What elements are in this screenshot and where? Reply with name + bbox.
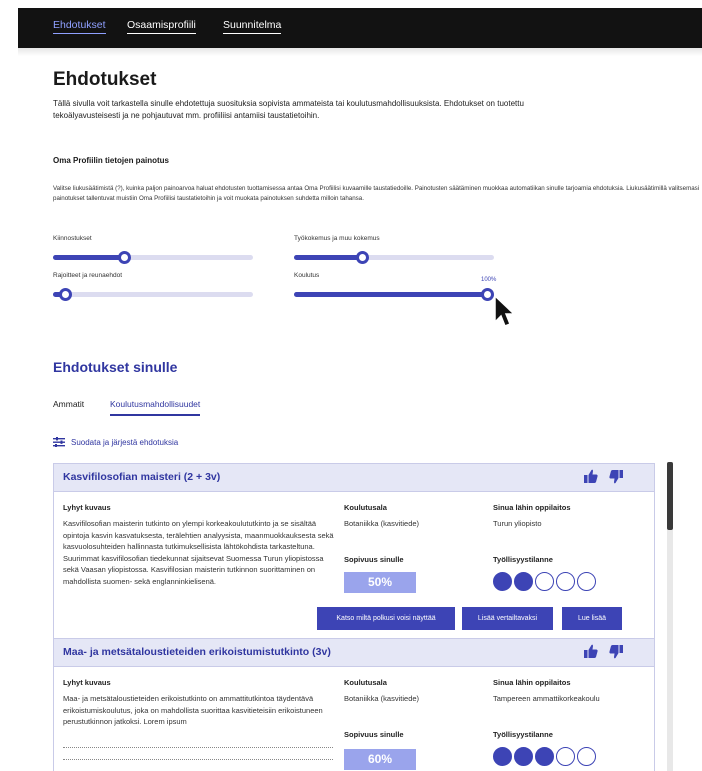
field-label: Koulutusala bbox=[344, 678, 387, 687]
card-header: Maa- ja metsätaloustieteiden erikoistumi… bbox=[54, 639, 654, 667]
page-intro: Tällä sivulla voit tarkastella sinulle e… bbox=[53, 99, 524, 120]
thumbs-up-icon[interactable] bbox=[584, 469, 598, 484]
fit-score-badge: 60% bbox=[344, 749, 416, 770]
tab-ammatit[interactable]: Ammatit bbox=[53, 399, 84, 409]
slider-label-education: Koulutus bbox=[294, 272, 320, 279]
thumbs-down-icon[interactable] bbox=[609, 469, 623, 484]
top-navigation: Ehdotukset Osaamisprofiili Suunnitelma bbox=[18, 8, 702, 48]
card-field: Botaniikka (kasvitiede) bbox=[344, 694, 420, 703]
placeholder-line bbox=[63, 747, 333, 748]
rating-dot-empty bbox=[535, 572, 554, 591]
add-to-compare-button[interactable]: Lisää vertailtavaksi bbox=[462, 607, 553, 630]
slider-label-experience: Työkokemus ja muu kokemus bbox=[294, 235, 380, 242]
rating-dot-filled bbox=[535, 747, 554, 766]
read-more-button[interactable]: Lue lisää bbox=[562, 607, 622, 630]
nav-suunnitelma[interactable]: Suunnitelma bbox=[223, 19, 282, 34]
slider-fill bbox=[294, 255, 362, 260]
scrollbar-thumb[interactable] bbox=[667, 462, 673, 530]
thumbs-up-icon[interactable] bbox=[584, 644, 598, 659]
thumbs-down-icon[interactable] bbox=[609, 644, 623, 659]
slider-handle[interactable] bbox=[118, 251, 132, 264]
fit-label: Sopivuus sinulle bbox=[344, 555, 404, 564]
suggestion-card: Kasvifilosofian maisteri (2 + 3v) Lyhyt … bbox=[53, 463, 655, 639]
fit-score-badge: 50% bbox=[344, 572, 416, 593]
card-description: Kasvifilosofian maisterin tutkinto on yl… bbox=[63, 519, 334, 586]
card-institution[interactable]: Turun yliopisto bbox=[493, 518, 542, 530]
slider-handle[interactable] bbox=[355, 251, 369, 264]
rating-dot-empty bbox=[577, 572, 596, 591]
slider-interests[interactable] bbox=[53, 251, 253, 264]
slider-label-interests: Kiinnostukset bbox=[53, 235, 92, 242]
tab-koulutusmahdollisuudet[interactable]: Koulutusmahdollisuudet bbox=[110, 399, 201, 416]
fit-label: Sopivuus sinulle bbox=[344, 730, 404, 739]
suggestion-card: Maa- ja metsätaloustieteiden erikoistumi… bbox=[53, 638, 655, 771]
institution-label: Sinua lähin oppilaitos bbox=[493, 503, 571, 512]
slider-label-constraints: Rajoitteet ja reunaehdot bbox=[53, 272, 123, 279]
nav-shadow bbox=[18, 48, 702, 56]
placeholder-line bbox=[63, 759, 333, 760]
rating-dot-filled bbox=[493, 572, 512, 591]
slider-fill bbox=[53, 255, 125, 260]
rating-dot-empty bbox=[577, 747, 596, 766]
slider-value-education: 100% bbox=[481, 277, 497, 283]
mouse-pointer-icon bbox=[494, 294, 516, 327]
institution-label: Sinua lähin oppilaitos bbox=[493, 678, 571, 687]
rating-dot-empty bbox=[556, 572, 575, 591]
card-header: Kasvifilosofian maisteri (2 + 3v) bbox=[54, 464, 654, 492]
weighting-description: Valitse liukusäätimistä (?), kuinka palj… bbox=[53, 185, 700, 202]
description-label: Lyhyt kuvaus bbox=[63, 678, 111, 687]
nav-osaamisprofiili[interactable]: Osaamisprofiili bbox=[127, 19, 196, 34]
employment-label: Työllisyystilanne bbox=[493, 555, 553, 564]
weighting-title: Oma Profiilin tietojen painotus bbox=[53, 156, 170, 165]
rating-dot-filled bbox=[493, 747, 512, 766]
card-institution[interactable]: Tampereen ammattikorkeakoulu bbox=[493, 693, 600, 705]
rating-dot-empty bbox=[556, 747, 575, 766]
view-path-button[interactable]: Katso miltä polkusi voisi näyttää bbox=[317, 607, 455, 630]
filter-button[interactable]: Suodata ja järjestä ehdotuksia bbox=[53, 437, 178, 447]
slider-constraints[interactable] bbox=[53, 288, 253, 301]
employment-rating bbox=[493, 747, 596, 766]
filter-sliders-icon bbox=[53, 437, 65, 447]
card-field: Botaniikka (kasvitiede) bbox=[344, 519, 420, 528]
page-title: Ehdotukset bbox=[53, 69, 157, 90]
filter-label: Suodata ja järjestä ehdotuksia bbox=[71, 437, 179, 447]
nav-ehdotukset[interactable]: Ehdotukset bbox=[53, 19, 106, 34]
field-label: Koulutusala bbox=[344, 503, 387, 512]
suggestions-title: Ehdotukset sinulle bbox=[53, 359, 178, 375]
employment-rating bbox=[493, 572, 596, 591]
slider-fill bbox=[294, 292, 487, 297]
card-title: Maa- ja metsätaloustieteiden erikoistumi… bbox=[63, 646, 331, 658]
card-description: Maa- ja metsätaloustieteiden erikoistutk… bbox=[63, 694, 323, 726]
slider-experience[interactable] bbox=[294, 251, 494, 264]
description-label: Lyhyt kuvaus bbox=[63, 503, 111, 512]
rating-dot-filled bbox=[514, 747, 533, 766]
rating-dot-filled bbox=[514, 572, 533, 591]
slider-education[interactable] bbox=[294, 288, 494, 301]
card-title: Kasvifilosofian maisteri (2 + 3v) bbox=[63, 471, 221, 483]
slider-handle[interactable] bbox=[58, 288, 72, 301]
employment-label: Työllisyystilanne bbox=[493, 730, 553, 739]
